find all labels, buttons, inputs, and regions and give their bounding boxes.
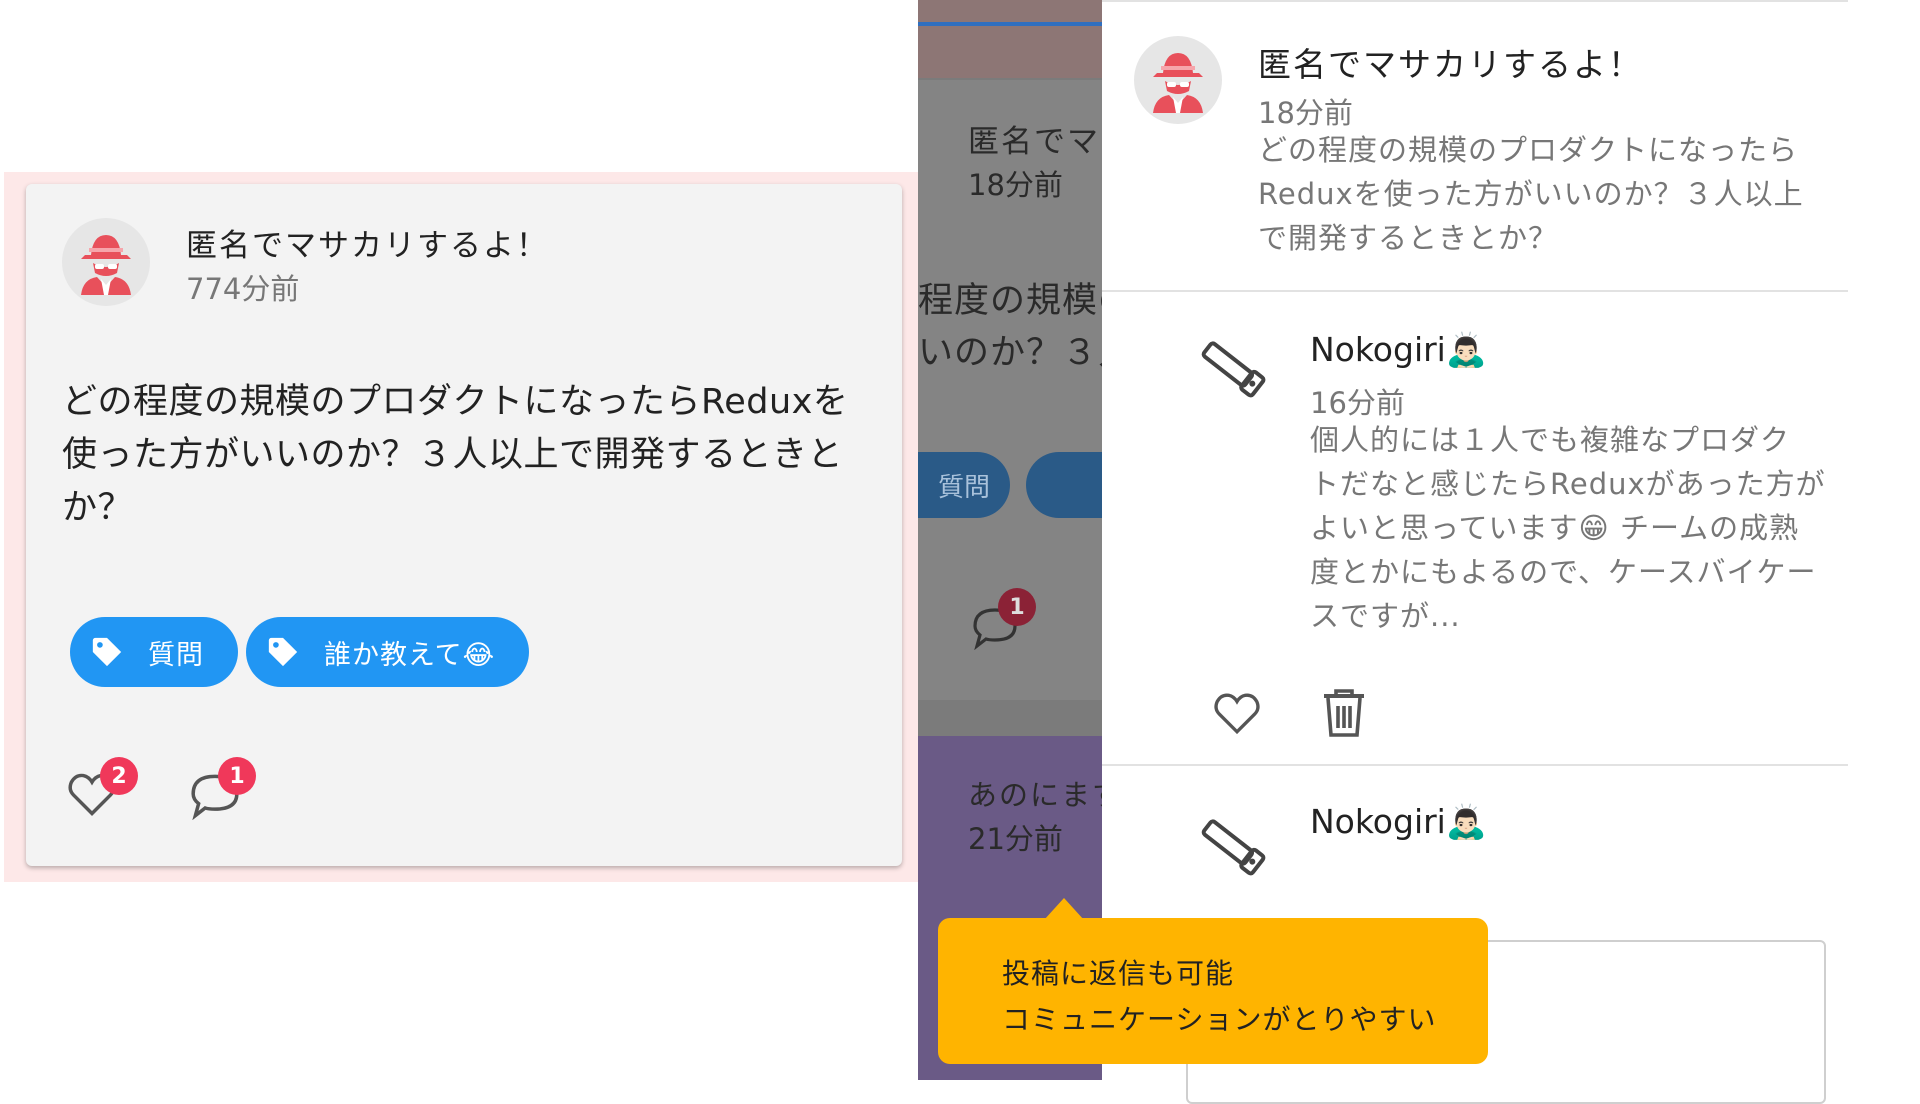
tag-label: 質問 [148, 639, 204, 671]
dimmed-app-bar-line [918, 22, 1102, 26]
like-count-badge: 2 [100, 757, 138, 795]
tag-icon [268, 637, 298, 667]
divider [1102, 290, 1848, 292]
tag-chip-question[interactable]: 質問 [70, 617, 238, 687]
heart-icon [1214, 693, 1260, 735]
post-timestamp: 18分前 [1258, 96, 1353, 130]
dimmed-tag-label: 質問 [937, 472, 990, 503]
post-author-name: 匿名でマサカリするよ！ [186, 228, 549, 264]
reply-like-button[interactable] [1212, 690, 1262, 740]
dimmed-post-time: 18分前 [968, 168, 1063, 202]
dimmed-app-bar [918, 0, 1102, 78]
reply-author-name: Nokogiri🙇🏻‍♂️ [1310, 802, 1487, 841]
tag-label: 誰か教えて😂 [324, 639, 496, 671]
post-body: どの程度の規模のプロダクトになったら Reduxを使った方がいいのか？３人以上 … [1258, 133, 1804, 255]
dimmed-post-author: あのにます [968, 778, 1124, 812]
reply-body: 個人的には１人でも複雑なプロダク トだなと感じたらReduxがあった方が よいと… [1310, 423, 1826, 633]
tag-icon [92, 637, 122, 667]
reply-author-name: Nokogiri🙇🏻‍♂️ [1310, 330, 1487, 369]
comment-count-badge: 1 [218, 757, 256, 795]
post-author-name: 匿名でマサカリするよ！ [1258, 45, 1643, 84]
spy-icon [81, 235, 131, 295]
reply-timestamp: 16分前 [1310, 386, 1405, 420]
post-body: どの程度の規模のプロダクトになったらReduxを 使った方がいいのか？３人以上で… [62, 382, 849, 528]
saw-icon [1201, 341, 1266, 398]
trash-icon [1324, 689, 1364, 737]
divider [1102, 0, 1848, 2]
tooltip-text-line: コミュニケーションがとりやすい [1002, 1003, 1437, 1036]
reply-avatar [1196, 814, 1268, 884]
avatar [1134, 36, 1222, 124]
tag-chip-someone-teach[interactable]: 誰か教えて😂 [246, 617, 530, 687]
dimmed-tag-chip: 質問 [918, 452, 1010, 518]
reply-delete-button[interactable] [1322, 688, 1366, 742]
dimmed-tag-chip [1026, 452, 1102, 518]
dimmed-comment-badge: 1 [998, 588, 1036, 626]
divider [1102, 764, 1848, 766]
tooltip-arrow [1044, 898, 1084, 920]
reply-avatar [1196, 336, 1268, 406]
tooltip-text-line: 投稿に返信も可能 [1002, 957, 1235, 990]
spy-icon [1153, 53, 1203, 113]
dimmed-post-time: 21分前 [968, 822, 1063, 856]
post-timestamp: 774分前 [186, 272, 300, 306]
saw-icon [1201, 819, 1266, 876]
avatar [62, 218, 150, 306]
